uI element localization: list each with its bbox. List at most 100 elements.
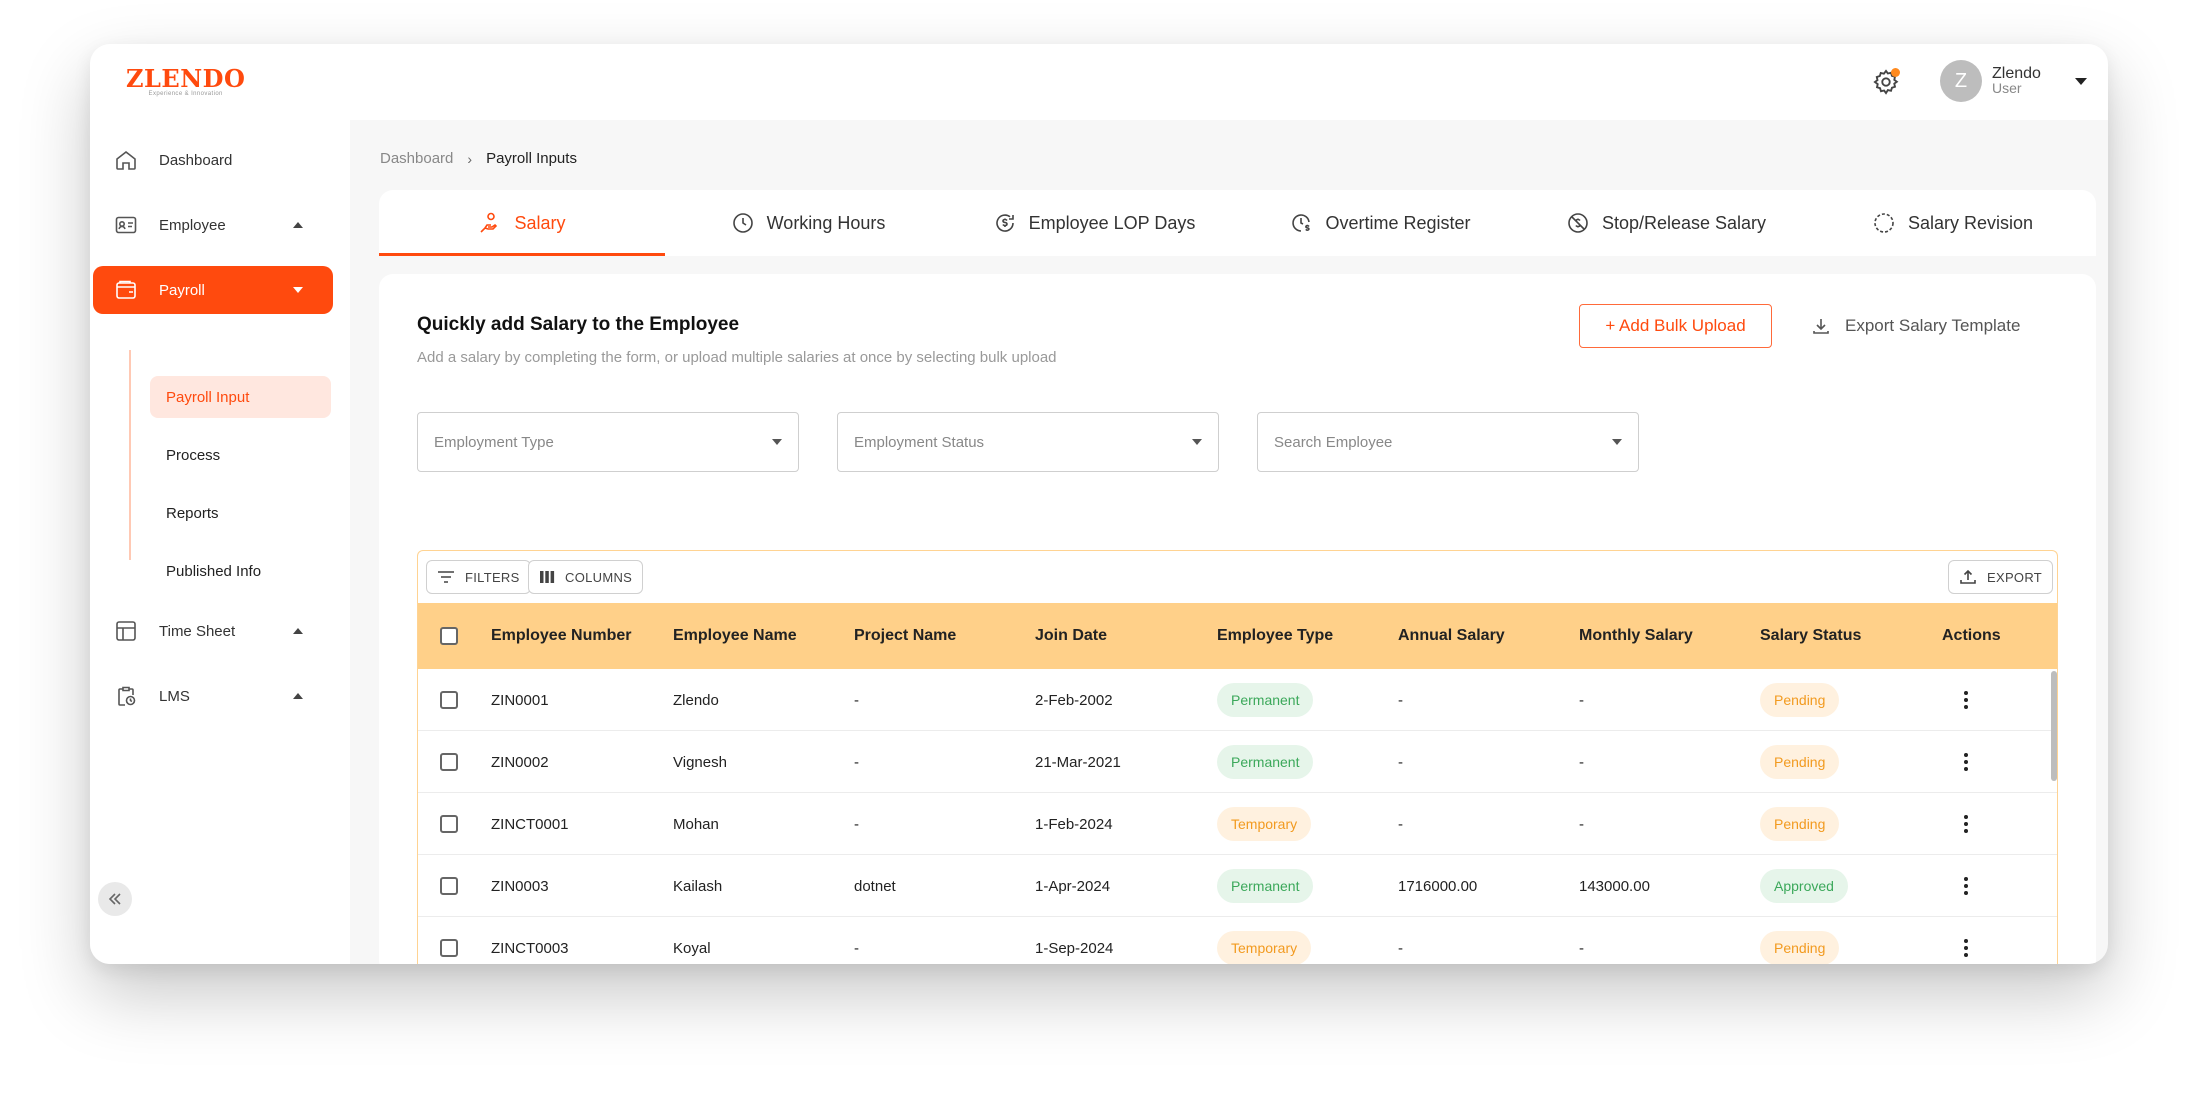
sidebar-item-payroll[interactable]: Payroll: [93, 266, 333, 314]
cell-join-date: 21-Mar-2021: [1035, 753, 1121, 771]
sidebar-subitem-reports[interactable]: Reports: [150, 492, 331, 534]
chevron-down-icon[interactable]: [2074, 77, 2087, 85]
employee-type-badge: Permanent: [1217, 869, 1314, 903]
sidebar-item-dashboard[interactable]: Dashboard: [93, 136, 333, 184]
table-row[interactable]: ZIN0003 Kailash dotnet 1-Apr-2024 Perman…: [418, 855, 2057, 917]
column-header[interactable]: Project Name: [854, 603, 956, 669]
tab-bar: Salary Working Hours Employee LOP Days O…: [379, 190, 2096, 256]
table-scrollbar[interactable]: [2051, 671, 2057, 781]
select-all-checkbox[interactable]: [440, 627, 458, 645]
sidebar: Dashboard Employee Payroll Payroll Input…: [90, 120, 350, 964]
sidebar-subitem-process[interactable]: Process: [150, 434, 331, 476]
tab-label: Working Hours: [766, 212, 886, 233]
cell-join-date: 1-Feb-2024: [1035, 815, 1113, 833]
cell-annual-salary: -: [1398, 815, 1403, 833]
employee-type-badge: Permanent: [1217, 683, 1314, 717]
columns-button[interactable]: COLUMNS: [528, 560, 644, 594]
row-actions-menu-icon[interactable]: [1956, 871, 1976, 901]
chevron-up-icon: [293, 693, 303, 699]
cell-employee-name: Kailash: [673, 877, 723, 895]
column-header[interactable]: Employee Number: [491, 603, 631, 669]
export-salary-template-button[interactable]: Export Salary Template: [1811, 304, 2020, 348]
row-checkbox[interactable]: [440, 939, 458, 957]
column-header[interactable]: Employee Name: [673, 603, 797, 669]
employment-status-placeholder: Employment Status: [854, 433, 985, 451]
chevron-down-icon: [772, 439, 782, 445]
cell-project-name: -: [854, 691, 859, 709]
tab-stop-release-salary[interactable]: Stop/Release Salary: [1523, 190, 1809, 256]
avatar: Z: [1940, 60, 1982, 102]
sidebar-item-time-sheet[interactable]: Time Sheet: [93, 607, 333, 655]
search-employee-placeholder: Search Employee: [1274, 433, 1393, 451]
search-employee-select[interactable]: Search Employee: [1257, 412, 1639, 472]
chevron-down-icon: [1192, 439, 1202, 445]
column-header: Actions: [1942, 627, 2001, 644]
tab-label: Salary Revision: [1907, 212, 2034, 233]
breadcrumb: Dashboard › Payroll Inputs: [380, 150, 577, 167]
clock-dollar-icon: [1289, 211, 1313, 235]
salary-status-badge: Pending: [1760, 683, 1840, 717]
cell-employee-number: ZINCT0001: [491, 815, 569, 833]
cell-employee-number: ZIN0003: [491, 877, 549, 895]
table-row[interactable]: ZINCT0001 Mohan - 1-Feb-2024 Temporary -…: [418, 793, 2057, 855]
tab-working-hours[interactable]: Working Hours: [665, 190, 951, 256]
table-row[interactable]: ZIN0001 Zlendo - 2-Feb-2002 Permanent - …: [418, 669, 2057, 731]
row-checkbox[interactable]: [440, 753, 458, 771]
tab-label: Overtime Register: [1325, 212, 1471, 233]
sidebar-subitem-published-info[interactable]: Published Info: [150, 550, 331, 592]
filter-icon: [437, 570, 455, 584]
employment-status-select[interactable]: Employment Status: [837, 412, 1219, 472]
tab-salary-revision[interactable]: Salary Revision: [1809, 190, 2096, 256]
sidebar-subitem-payroll-input[interactable]: Payroll Input: [150, 376, 331, 418]
row-actions-menu-icon[interactable]: [1956, 933, 1976, 963]
sidebar-item-label: LMS: [159, 687, 190, 705]
settings-button[interactable]: [1866, 62, 1906, 102]
table-row[interactable]: ZINCT0003 Koyal - 1-Sep-2024 Temporary -…: [418, 917, 2057, 964]
row-actions-menu-icon[interactable]: [1956, 685, 1976, 715]
card-subtitle: Add a salary by completing the form, or …: [417, 349, 1057, 366]
columns-label: COLUMNS: [565, 569, 633, 585]
sidebar-item-label: Dashboard: [159, 151, 233, 169]
column-header[interactable]: Employee Type: [1217, 603, 1333, 669]
cell-join-date: 1-Sep-2024: [1035, 939, 1114, 957]
salary-status-badge: Pending: [1760, 931, 1840, 964]
row-checkbox[interactable]: [440, 691, 458, 709]
row-actions-menu-icon[interactable]: [1956, 747, 1976, 777]
cell-employee-name: Vignesh: [673, 753, 727, 771]
add-bulk-upload-button[interactable]: + Add Bulk Upload: [1579, 304, 1772, 348]
cell-employee-name: Zlendo: [673, 691, 719, 709]
tab-employee-lop-days[interactable]: Employee LOP Days: [951, 190, 1237, 256]
sidebar-item-label: Payroll: [159, 281, 205, 299]
collapse-sidebar-button[interactable]: [98, 882, 132, 916]
row-actions-menu-icon[interactable]: [1956, 809, 1976, 839]
user-menu[interactable]: Z Zlendo User: [1940, 60, 2087, 102]
columns-icon: [539, 570, 555, 584]
tab-overtime-register[interactable]: Overtime Register: [1237, 190, 1523, 256]
salary-card: Quickly add Salary to the Employee Add a…: [379, 274, 2096, 964]
row-checkbox[interactable]: [440, 877, 458, 895]
chevron-down-icon: [1612, 439, 1622, 445]
column-header[interactable]: Monthly Salary: [1579, 603, 1693, 669]
user-role: User: [1992, 80, 2022, 96]
cell-monthly-salary: -: [1579, 815, 1584, 833]
tab-salary[interactable]: Salary: [379, 190, 665, 256]
column-header[interactable]: Join Date: [1035, 603, 1107, 669]
sidebar-item-lms[interactable]: LMS: [93, 672, 333, 720]
row-checkbox[interactable]: [440, 815, 458, 833]
column-header[interactable]: Annual Salary: [1398, 603, 1505, 669]
cell-employee-name: Mohan: [673, 815, 719, 833]
tab-label: Salary: [514, 212, 566, 233]
employment-type-select[interactable]: Employment Type: [417, 412, 799, 472]
column-header[interactable]: Salary Status: [1760, 603, 1861, 669]
export-button[interactable]: EXPORT: [1948, 560, 2054, 594]
sidebar-item-employee[interactable]: Employee: [93, 201, 333, 249]
top-bar: ZLENDO Experience & Innovation Z Zlendo …: [90, 44, 2108, 120]
subnav-divider: [129, 350, 131, 560]
filters-button[interactable]: FILTERS: [426, 560, 531, 594]
breadcrumb-link-dashboard[interactable]: Dashboard: [380, 150, 453, 167]
filters-label: FILTERS: [465, 569, 520, 585]
logo[interactable]: ZLENDO Experience & Innovation: [126, 64, 245, 97]
table-row[interactable]: ZIN0002 Vignesh - 21-Mar-2021 Permanent …: [418, 731, 2057, 793]
sidebar-item-label: Employee: [159, 216, 226, 234]
salary-status-badge: Pending: [1760, 745, 1840, 779]
